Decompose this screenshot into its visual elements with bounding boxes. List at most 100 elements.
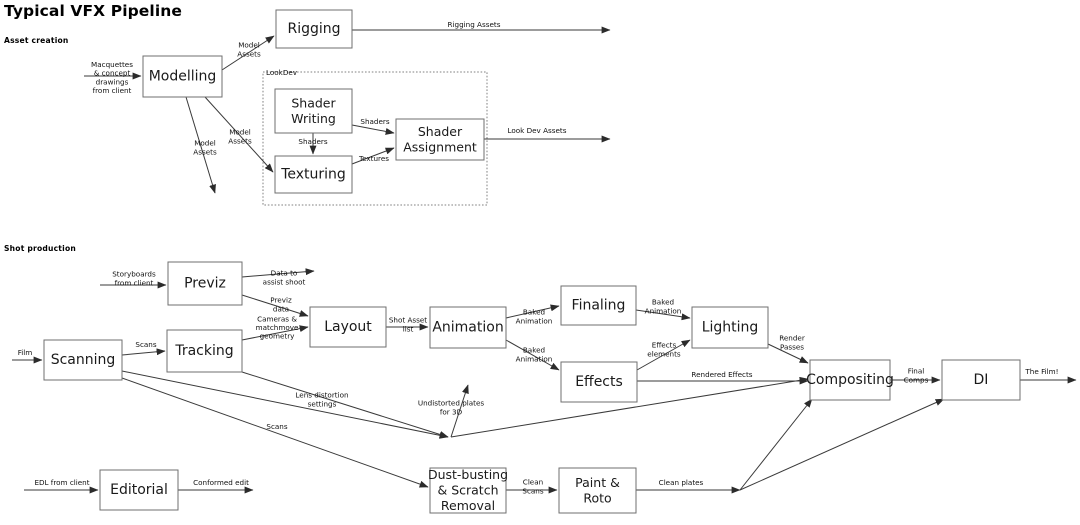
edge-label-line: Assets [193, 147, 217, 156]
edge-label-line: from client [115, 278, 154, 287]
edge-label-e-edl-editorial: EDL from client [34, 478, 89, 487]
node-modelling[interactable]: Modelling [142, 55, 223, 98]
edge-label-line: Shaders [298, 137, 327, 146]
node-label-di: DI [974, 372, 989, 388]
node-tracking[interactable]: Tracking [166, 329, 243, 373]
edge-label-e-layout-animation: Shot Asset list [389, 316, 427, 334]
edge-label-line: Rendered Effects [691, 370, 752, 379]
edge-label-e-film-scanning: Film [18, 348, 33, 357]
node-editorial[interactable]: Editorial [99, 469, 179, 511]
node-label-line: Writing [291, 110, 336, 125]
vfx-pipeline-diagram: Typical VFX Pipeline Asset creation Shot… [0, 0, 1080, 525]
node-effects[interactable]: Effects [560, 361, 638, 403]
edge-label-e-animation-finaling: Baked Animation [516, 308, 553, 326]
edge-label-e-compositing-di: Final Comps [904, 367, 929, 385]
node-label-texturing: Texturing [280, 167, 346, 183]
node-shader-assignment[interactable]: Shader Assignment [395, 118, 485, 161]
edge-label-line: Look Dev Assets [507, 126, 566, 135]
edge-label-line: The Film! [1024, 367, 1058, 376]
node-label-line: Layout [324, 319, 372, 335]
edge-label-line: from client [93, 86, 132, 95]
node-label-line: Tracking [174, 343, 233, 359]
edge-label-line: for 3D [440, 407, 463, 416]
node-label-rigging: Rigging [287, 21, 340, 37]
node-label-line: Previz [184, 276, 226, 292]
node-layout[interactable]: Layout [309, 306, 387, 348]
edge-label-e-modelling-texturing: Model Assets [228, 128, 252, 146]
edge-label-line: elements [647, 349, 681, 358]
node-label-line: Paint & [575, 474, 620, 489]
node-di[interactable]: DI [941, 359, 1021, 401]
node-rigging[interactable]: Rigging [275, 9, 353, 49]
node-label-layout: Layout [324, 319, 372, 335]
edge-label-e-di-film: The Film! [1024, 367, 1058, 376]
edge-label-e-storyboards-previz: Storyboards from client [112, 270, 156, 288]
edge-label-e-scanning-tracking: Scans [135, 340, 156, 349]
group-label-lookdev: LookDev [266, 68, 298, 77]
node-label-line: Shader [291, 95, 336, 110]
edge-label-line: Shaders [360, 117, 389, 126]
node-paint-roto[interactable]: Paint & Roto [558, 467, 637, 514]
node-compositing[interactable]: Compositing [806, 359, 894, 401]
node-scanning[interactable]: Scanning [43, 339, 123, 381]
edge-e-cleanhub-compositing [739, 398, 813, 491]
node-label-line: Dust-busting [428, 467, 508, 482]
node-shader-writing[interactable]: Shader Writing [274, 88, 353, 134]
node-texturing[interactable]: Texturing [274, 155, 353, 194]
edge-label-line: Scans [266, 422, 287, 431]
edge-label-line: geometry [260, 332, 296, 341]
edge-label-e-assign-out: Look Dev Assets [507, 126, 566, 135]
edge-label-e-finaling-lighting: Baked Animation [645, 298, 682, 316]
edge-label-e-modelling-rigging: Model Assets [237, 41, 261, 59]
edge-label-e-shaderwriting-texturing: Shaders [298, 137, 327, 146]
node-lighting[interactable]: Lighting [691, 306, 769, 349]
edge-label-e-shaderwriting-assign: Shaders [360, 117, 389, 126]
edges [12, 26, 1077, 494]
node-label-compositing: Compositing [806, 372, 894, 388]
edge-label-line: Comps [904, 375, 929, 384]
node-label-line: Scanning [51, 352, 116, 368]
edge-label-line: Scans [135, 340, 156, 349]
node-label-line: Texturing [280, 167, 346, 183]
edge-label-line: Film [18, 348, 33, 357]
edge-e-shaderwriting-assign [351, 124, 395, 135]
edge-e-scanning-tracking [121, 348, 166, 356]
node-label-line: Assignment [403, 139, 477, 154]
node-label-scanning: Scanning [51, 352, 116, 368]
edge-label-e-rigging-out: Rigging Assets [448, 20, 501, 29]
node-label-line: DI [974, 372, 989, 388]
edge-label-e-effects-lighting: Effects elements [647, 341, 681, 359]
node-label-animation: Animation [432, 320, 503, 336]
node-finaling[interactable]: Finaling [560, 285, 637, 326]
edge-label-line: Assets [237, 49, 261, 58]
node-label-previz: Previz [184, 276, 226, 292]
edge-label-line: list [403, 324, 414, 333]
edge-label-line: Passes [780, 342, 804, 351]
edge-label-e-effects-compositing: Rendered Effects [691, 370, 752, 379]
node-label-editorial: Editorial [110, 482, 168, 498]
pipeline-canvas: LookDev ModellingRiggingShader WritingTex… [12, 9, 1077, 514]
edge-label-e-modelling-down: Model Assets [193, 139, 217, 157]
edge-label-e-paint-hub: Clean plates [659, 478, 704, 487]
node-animation[interactable]: Animation [429, 306, 507, 349]
edge-label-e-input-modelling: Macquettes & concept drawings from client [91, 60, 133, 95]
node-dust-busting[interactable]: Dust-busting & Scratch Removal [428, 467, 508, 514]
node-label-line: Compositing [806, 372, 894, 388]
node-label-effects: Effects [575, 374, 623, 390]
node-label-line: Shader [418, 123, 463, 138]
node-label-shader-writing: Shader Writing [291, 95, 336, 126]
node-label-line: Removal [441, 498, 495, 513]
edge-label-e-previz-shoot: Data to assist shoot [263, 269, 306, 287]
edge-label-e-texturing-assign: Textures [358, 154, 389, 163]
edge-label-line: Rigging Assets [448, 20, 501, 29]
node-label-line: Animation [432, 320, 503, 336]
node-previz[interactable]: Previz [167, 261, 243, 306]
edge-label-e-lighting-compositing: Render Passes [779, 334, 805, 352]
edge-label-e-scanning-dust: Scans [266, 422, 287, 431]
node-label-finaling: Finaling [572, 298, 626, 314]
edge-label-e-scanning-undistort: Lens distortion settings [295, 391, 348, 409]
edge-label-line: Animation [645, 306, 682, 315]
edge-label-e-previz-layout: Previz data [270, 296, 292, 314]
node-label-line: Modelling [149, 69, 217, 85]
edge-e-cleanhub-di [739, 398, 945, 491]
